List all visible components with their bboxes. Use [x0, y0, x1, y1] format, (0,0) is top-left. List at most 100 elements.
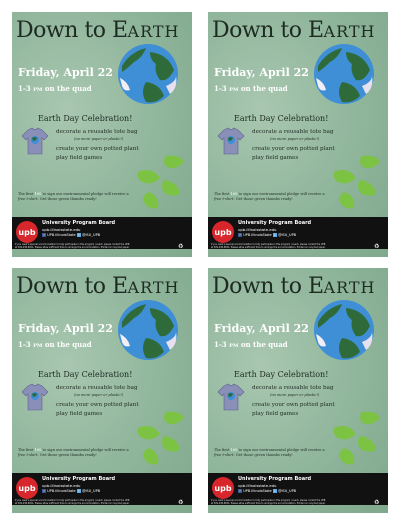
title-main: Down to E: [212, 274, 324, 299]
pledge-closing: Get those green thumbs ready!: [234, 452, 293, 457]
accessibility-note: If you need a special accommodation to f…: [211, 243, 371, 249]
celebration-heading: Earth Day Celebration!: [38, 114, 133, 123]
title-earth: ARTH: [323, 278, 376, 297]
globe-icon: [118, 44, 178, 104]
event-location: on the quad: [44, 340, 92, 349]
time-range: 1-3: [214, 84, 227, 93]
title-earth: ARTH: [127, 278, 180, 297]
upb-logo: upb: [212, 477, 234, 499]
org-website: upb.illinoisstate.edu: [42, 483, 81, 488]
pledge-closing: Get those green thumbs ready!: [38, 196, 97, 201]
activity-tote: decorate a reusable tote bag: [252, 129, 334, 135]
flyer: Down to EARTH Friday, April 22 1-3 PM on…: [208, 12, 388, 257]
event-date: Friday, April 22: [18, 66, 113, 79]
tshirt-icon: [217, 383, 245, 411]
pledge-shirt: free t-shirt.: [18, 196, 39, 201]
time-pm: PM: [33, 343, 43, 349]
flyer-title: Down to EARTH: [212, 18, 375, 43]
logo-text: upb: [214, 228, 231, 237]
leaves-icon: [333, 411, 380, 465]
activity-games: play field games: [56, 155, 103, 161]
pledge-prefix: The first: [214, 192, 230, 196]
pledge-shirt: free t-shirt.: [18, 452, 39, 457]
pledge-prefix: The first: [18, 192, 34, 196]
activity-plant: create your own potted plant: [56, 146, 139, 152]
event-date: Friday, April 22: [214, 66, 309, 79]
title-earth: ARTH: [127, 22, 180, 41]
org-name: University Program Board: [42, 476, 116, 482]
twitter-handle: @ISU_UPB: [277, 489, 297, 493]
activity-note: (no more paper or plastic!): [270, 393, 320, 397]
accessibility-line: at 309-438-8814. Please allow sufficient…: [15, 245, 130, 249]
activity-games: play field games: [252, 411, 299, 417]
twitter-handle: @ISU_UPB: [81, 233, 101, 237]
facebook-handle: UPB.IllinoisState: [243, 233, 272, 237]
leaves-icon: [333, 155, 380, 209]
facebook-icon: f: [238, 489, 242, 493]
event-date: Friday, April 22: [214, 322, 309, 335]
event-date: Friday, April 22: [18, 322, 113, 335]
twitter-icon: t: [76, 233, 81, 237]
twitter-icon: t: [272, 233, 277, 237]
flyer-footer: upb University Program Board upb.illinoi…: [208, 473, 388, 506]
event-location: on the quad: [240, 340, 288, 349]
accessibility-line: at 309-438-8814. Please allow sufficient…: [211, 501, 326, 505]
title-main: Down to E: [212, 18, 324, 43]
event-time: 1-3 PM on the quad: [18, 340, 92, 349]
social-links: f UPB.IllinoisState t @ISU_UPB: [238, 489, 296, 493]
time-pm: PM: [33, 87, 43, 93]
flyer-footer: upb University Program Board upb.illinoi…: [208, 217, 388, 250]
twitter-icon: t: [76, 489, 81, 493]
tshirt-icon: [217, 127, 245, 155]
upb-logo: upb: [16, 477, 38, 499]
recycle-icon: ♻: [374, 499, 380, 506]
accessibility-line: at 309-438-8814. Please allow sufficient…: [211, 245, 326, 249]
activity-tote: decorate a reusable tote bag: [56, 385, 138, 391]
activity-games: play field games: [56, 411, 103, 417]
flyer-footer: upb University Program Board upb.illinoi…: [12, 217, 192, 250]
globe-icon: [118, 300, 178, 360]
logo-text: upb: [18, 484, 35, 493]
time-pm: PM: [229, 87, 239, 93]
logo-text: upb: [214, 484, 231, 493]
globe-icon: [314, 300, 374, 360]
activity-games: play field games: [252, 155, 299, 161]
time-range: 1-3: [214, 340, 227, 349]
pledge-body: to sign our environmental pledge will re…: [41, 448, 129, 452]
twitter-handle: @ISU_UPB: [277, 233, 297, 237]
accessibility-note: If you need a special accommodation to f…: [211, 499, 371, 505]
title-earth: ARTH: [323, 22, 376, 41]
activity-tote: decorate a reusable tote bag: [56, 129, 138, 135]
upb-logo: upb: [212, 221, 234, 243]
org-name: University Program Board: [42, 220, 116, 226]
accessibility-note: If you need a special accommodation to f…: [15, 243, 175, 249]
twitter-icon: t: [272, 489, 277, 493]
activity-note: (no more paper or plastic!): [74, 393, 124, 397]
pledge-text: The first 100 to sign our environmental …: [18, 448, 168, 457]
celebration-heading: Earth Day Celebration!: [234, 370, 329, 379]
flyer: Down to EARTH Friday, April 22 1-3 PM on…: [208, 268, 388, 513]
pledge-prefix: The first: [214, 448, 230, 452]
title-main: Down to E: [16, 274, 128, 299]
recycle-icon: ♻: [178, 243, 184, 250]
celebration-heading: Earth Day Celebration!: [38, 370, 133, 379]
event-time: 1-3 PM on the quad: [214, 84, 288, 93]
social-links: f UPB.IllinoisState t @ISU_UPB: [42, 489, 100, 493]
time-range: 1-3: [18, 340, 31, 349]
activity-plant: create your own potted plant: [252, 146, 335, 152]
recycle-icon: ♻: [374, 243, 380, 250]
upb-logo: upb: [16, 221, 38, 243]
org-website: upb.illinoisstate.edu: [238, 483, 277, 488]
activity-tote: decorate a reusable tote bag: [252, 385, 334, 391]
social-links: f UPB.IllinoisState t @ISU_UPB: [238, 233, 296, 237]
tshirt-icon: [21, 127, 49, 155]
facebook-icon: f: [42, 489, 46, 493]
twitter-handle: @ISU_UPB: [81, 489, 101, 493]
tshirt-icon: [21, 383, 49, 411]
celebration-heading: Earth Day Celebration!: [234, 114, 329, 123]
globe-icon: [314, 44, 374, 104]
facebook-icon: f: [42, 233, 46, 237]
pledge-shirt: free t-shirt.: [214, 452, 235, 457]
logo-text: upb: [18, 228, 35, 237]
flyer-title: Down to EARTH: [16, 18, 179, 43]
